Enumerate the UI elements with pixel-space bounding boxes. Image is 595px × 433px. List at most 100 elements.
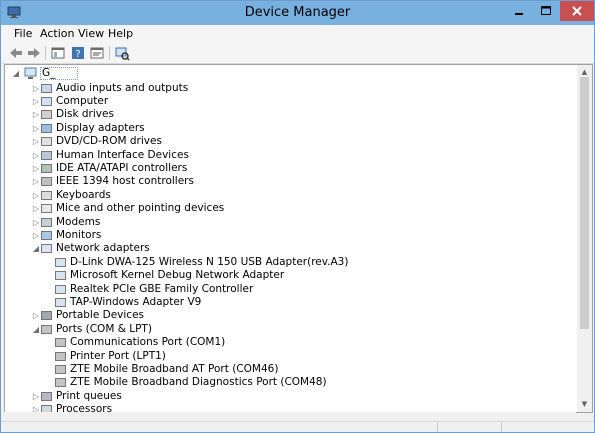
expand-icon[interactable]: ▷ <box>32 108 40 121</box>
port-icon <box>41 324 52 334</box>
portable-device-icon <box>41 311 52 321</box>
ieee1394-icon <box>41 177 52 187</box>
tree-device[interactable]: ZTE Mobile Broadband AT Port (COM46) <box>5 363 335 376</box>
tree-category-label: Processors <box>56 403 113 412</box>
properties-icon[interactable] <box>89 45 105 61</box>
expand-icon[interactable]: ▷ <box>32 135 40 148</box>
close-icon <box>572 6 582 16</box>
tree-device-label: ZTE Mobile Broadband AT Port (COM46) <box>70 362 279 375</box>
port-icon <box>55 338 66 347</box>
tree-category-label: IDE ATA/ATAPI controllers <box>56 161 188 174</box>
network-adapter-icon <box>41 244 52 254</box>
expand-icon[interactable]: ▷ <box>32 390 40 403</box>
tree-device[interactable]: Realtek PCIe GBE Family Controller <box>5 283 335 296</box>
tree-category[interactable]: ▷ Portable Devices <box>5 309 335 322</box>
tree-device[interactable]: Printer Port (LPT1) <box>5 350 335 363</box>
tree-category[interactable]: ▷ Processors <box>5 403 335 412</box>
toolbar-separator <box>45 46 46 60</box>
tree-category[interactable]: ▷ Audio inputs and outputs <box>5 82 335 95</box>
monitor-icon <box>41 230 52 240</box>
tree-category-label: Audio inputs and outputs <box>56 81 189 94</box>
tree-category-label: Modems <box>56 215 101 228</box>
tree-category[interactable]: ▷ Modems <box>5 216 335 229</box>
forward-arrow-icon[interactable] <box>26 45 42 61</box>
expand-icon[interactable]: ▷ <box>32 229 40 242</box>
tree-device[interactable]: Communications Port (COM1) <box>5 336 335 349</box>
close-button[interactable] <box>560 1 594 21</box>
tree-root[interactable]: ◢ G_ <box>5 67 125 80</box>
tree-category[interactable]: ▷ IDE ATA/ATAPI controllers <box>5 162 335 175</box>
expand-icon[interactable]: ▷ <box>32 403 40 412</box>
minimize-button[interactable] <box>506 1 532 21</box>
tree-category[interactable]: ▷ Mice and other pointing devices <box>5 202 335 215</box>
tree-category-label: Disk drives <box>56 108 114 121</box>
port-icon <box>55 364 66 374</box>
menu-view[interactable]: View <box>78 25 104 43</box>
tree-category-label: DVD/CD-ROM drives <box>56 135 162 148</box>
tree-device-label: Realtek PCIe GBE Family Controller <box>70 282 254 295</box>
expand-icon[interactable]: ▷ <box>32 202 40 215</box>
horizontal-scrollbar[interactable] <box>4 412 576 421</box>
scroll-down-icon[interactable]: ▼ <box>577 397 592 412</box>
modem-icon <box>41 217 52 227</box>
speaker-icon <box>41 83 52 93</box>
tree-category[interactable]: ▷ DVD/CD-ROM drives <box>5 135 335 148</box>
tree-category[interactable]: ▷ IEEE 1394 host controllers <box>5 175 335 188</box>
expand-icon[interactable]: ▷ <box>32 309 40 322</box>
svg-text:?: ? <box>75 49 80 60</box>
status-divider <box>437 422 438 432</box>
show-hide-console-tree-icon[interactable] <box>50 45 66 61</box>
tree-device-label: Printer Port (LPT1) <box>70 349 166 362</box>
collapse-icon[interactable]: ◢ <box>32 242 40 255</box>
display-adapter-icon <box>41 123 52 133</box>
tree-device-label: Microsoft Kernel Debug Network Adapter <box>70 269 285 282</box>
tree-category-label: IEEE 1394 host controllers <box>56 175 194 188</box>
expand-icon[interactable]: ▷ <box>32 122 40 135</box>
back-arrow-icon[interactable] <box>8 45 24 61</box>
scan-hardware-changes-icon[interactable] <box>114 45 130 61</box>
tree-category[interactable]: ▷ Print queues <box>5 390 335 403</box>
tree-device[interactable]: TAP-Windows Adapter V9 <box>5 296 335 309</box>
dvd-drive-icon <box>41 137 52 146</box>
network-adapter-icon <box>55 297 66 307</box>
tree-category-label: Human Interface Devices <box>56 148 189 161</box>
vertical-scrollbar[interactable]: ▲ ▼ <box>577 65 592 412</box>
tree-category[interactable]: ▷ Computer <box>5 95 335 108</box>
tree-category[interactable]: ▷ Human Interface Devices <box>5 149 335 162</box>
device-tree[interactable]: ◢ G_ ▷ Audio inputs and outputs ▷ Computer ▷… <box>5 65 577 412</box>
expand-icon[interactable]: ▷ <box>32 82 40 95</box>
device-manager-window: Device Manager File Action View Help ? ◢ <box>0 0 595 433</box>
printer-icon <box>41 391 52 401</box>
tree-device[interactable]: ZTE Mobile Broadband Diagnostics Port (C… <box>5 376 335 389</box>
help-icon[interactable]: ? <box>70 45 86 61</box>
expand-icon[interactable]: ▷ <box>32 149 40 162</box>
collapse-icon[interactable]: ◢ <box>32 323 40 336</box>
expand-icon[interactable]: ▷ <box>32 175 40 188</box>
tree-category[interactable]: ▷ Monitors <box>5 229 335 242</box>
tree-category[interactable]: ▷ Display adapters <box>5 122 335 135</box>
tree-category[interactable]: ◢ Network adapters <box>5 242 335 255</box>
device-tree-pane: ◢ G_ ▷ Audio inputs and outputs ▷ Computer ▷… <box>4 64 593 413</box>
menu-action[interactable]: Action <box>40 25 74 43</box>
maximize-button[interactable] <box>533 1 559 21</box>
tree-category[interactable]: ▷ Keyboards <box>5 189 335 202</box>
expand-icon[interactable]: ▷ <box>32 216 40 229</box>
collapse-icon[interactable]: ◢ <box>12 67 20 80</box>
tree-device[interactable]: Microsoft Kernel Debug Network Adapter <box>5 269 335 282</box>
expand-icon[interactable]: ▷ <box>32 162 40 175</box>
ide-controller-icon <box>41 163 52 173</box>
tree-device[interactable]: D-Link DWA-125 Wireless N 150 USB Adapte… <box>5 256 348 269</box>
tree-device-label: D-Link DWA-125 Wireless N 150 USB Adapte… <box>70 255 349 268</box>
tree-category-label: Ports (COM & LPT) <box>56 322 152 335</box>
title-bar[interactable]: Device Manager <box>1 1 594 25</box>
expand-icon[interactable]: ▷ <box>32 95 40 108</box>
expand-icon[interactable]: ▷ <box>32 189 40 202</box>
computer-icon <box>41 96 52 106</box>
tree-category[interactable]: ◢ Ports (COM & LPT) <box>5 323 335 336</box>
menu-file[interactable]: File <box>14 25 32 43</box>
menu-help[interactable]: Help <box>108 25 133 43</box>
maximize-icon <box>541 6 551 15</box>
tree-category[interactable]: ▷ Disk drives <box>5 108 335 121</box>
tree-device-label: TAP-Windows Adapter V9 <box>70 295 202 308</box>
scroll-thumb[interactable] <box>580 77 589 329</box>
